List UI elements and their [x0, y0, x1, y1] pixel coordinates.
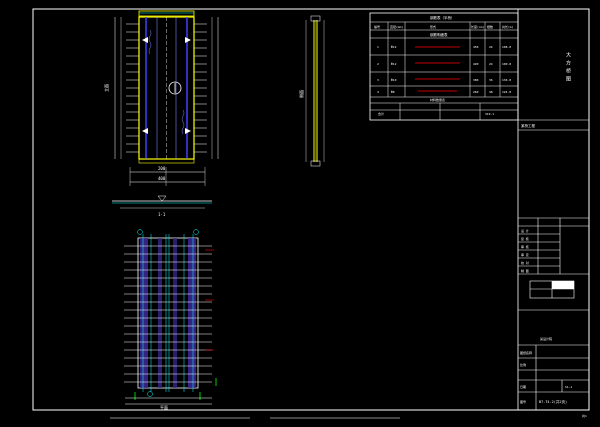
table-row-3-tot: 124.8 [502, 90, 511, 94]
table-row-0-cnt: 24 [489, 45, 493, 49]
table-row-2-id: 3 [377, 78, 379, 82]
table-row-0-len: 450 [473, 45, 479, 49]
table-header-0: 编号 [374, 24, 380, 29]
table-header-1: 直径(mm) [390, 24, 403, 29]
project-label: 某桥工程 [521, 123, 535, 128]
plan-label: 平面 [160, 405, 168, 410]
table-header-2: 形式 [430, 24, 436, 29]
tb-row-2: 审 核 [521, 244, 529, 249]
drawing-canvas[interactable]: 200 400 立面 1-1 侧面 平面 钢筋表（半桥） 钢筋明细表 编号 直径… [0, 0, 600, 427]
rebar-table [369, 12, 519, 121]
tb-page-no: 共1 [582, 413, 587, 418]
plan-view [124, 229, 217, 405]
title-block [518, 119, 589, 410]
elevation-dim-half: 200 [158, 166, 166, 171]
table-row-3-cnt: 48 [489, 90, 493, 94]
tb-row-5: 制 图 [521, 268, 529, 273]
table-total-label: 合计 [378, 111, 384, 116]
section-label: 1-1 [158, 212, 166, 217]
tb-row-1: 复 核 [521, 236, 529, 241]
tb-row-0: 设 计 [521, 228, 529, 233]
table-header-5: 共长(m) [502, 24, 514, 29]
drawing-frame [32, 8, 590, 411]
vertical-title: 大 方 桥 图 [565, 51, 571, 82]
table-row-1-len: 420 [473, 62, 479, 66]
table-row-0-tot: 108.0 [502, 45, 511, 49]
tb-drawing-name: 图纸名称 [520, 350, 532, 355]
table-row-1-id: 2 [377, 62, 379, 66]
elevation-dim-total: 400 [158, 176, 166, 181]
side-view-label: 侧面 [298, 90, 304, 98]
tb-drawing-no: B7-T4-2(共2页) [539, 399, 567, 404]
tb-scale-label: 比例 [520, 362, 526, 367]
side-view [305, 15, 325, 167]
tb-drawing-no-label: 图号 [520, 399, 526, 404]
tb-date-label: 日期 [520, 384, 526, 389]
elevation-label: 立面 [103, 84, 109, 92]
tb-sheet-label: S1-1 [565, 385, 572, 389]
table-header-4: 根数 [487, 24, 493, 29]
table-row-1-cnt: 24 [489, 62, 493, 66]
table-total-value: 319.1 [485, 112, 494, 116]
table-subtitle: 钢筋明细表 [430, 32, 448, 37]
table-title: 钢筋表（半桥） [430, 15, 455, 20]
table-row-1-tot: 100.8 [502, 62, 511, 66]
elevation-view [114, 10, 219, 186]
table-row-0-dia: Φ12 [391, 45, 397, 49]
table-row-1-dia: Φ12 [391, 62, 397, 66]
table-row-2-dia: Φ10 [391, 78, 397, 82]
table-row-2-cnt: 36 [489, 78, 493, 82]
section-strip [112, 195, 212, 209]
tb-row-4: 校 对 [521, 260, 529, 265]
table-row-2-len: 380 [473, 78, 479, 82]
tb-unit: 某设计院 [540, 336, 552, 341]
table-bottom-title: 材料数量表 [430, 97, 445, 102]
table-row-2-tot: 136.8 [502, 78, 511, 82]
table-row-3-len: 260 [473, 90, 479, 94]
title-block-filled-cell [552, 281, 574, 289]
table-row-3-id: 4 [377, 90, 379, 94]
table-row-3-dia: Φ8 [391, 90, 395, 94]
table-header-3: 长度(cm) [471, 24, 484, 29]
tb-row-3: 审 定 [521, 252, 529, 257]
table-row-0-id: 1 [377, 45, 379, 49]
